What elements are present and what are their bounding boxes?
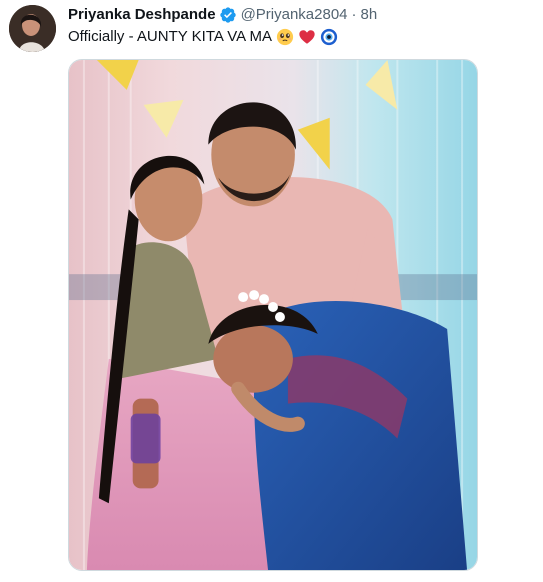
tweet-text-content: Officially - AUNTY KITA VA MA: [68, 28, 272, 45]
profile-avatar[interactable]: [9, 5, 56, 52]
author-handle[interactable]: @Priyanka2804: [241, 5, 348, 25]
separator-dot: ·: [351, 6, 357, 23]
pleading-face-emoji-icon: [276, 28, 294, 46]
nazar-amulet-emoji-icon: [320, 28, 338, 46]
verified-badge-icon: [219, 6, 237, 24]
tweet-text: Officially - AUNTY KITA VA MA: [68, 27, 338, 47]
author-name[interactable]: Priyanka Deshpande: [68, 5, 216, 25]
tweet-timestamp[interactable]: 8h: [361, 5, 378, 25]
red-heart-emoji-icon: [298, 28, 316, 46]
tweet-header: Priyanka Deshpande @Priyanka2804 · 8h: [68, 5, 377, 25]
tweet[interactable]: Priyanka Deshpande @Priyanka2804 · 8h Of…: [0, 0, 543, 582]
tweet-photo[interactable]: [68, 59, 478, 571]
